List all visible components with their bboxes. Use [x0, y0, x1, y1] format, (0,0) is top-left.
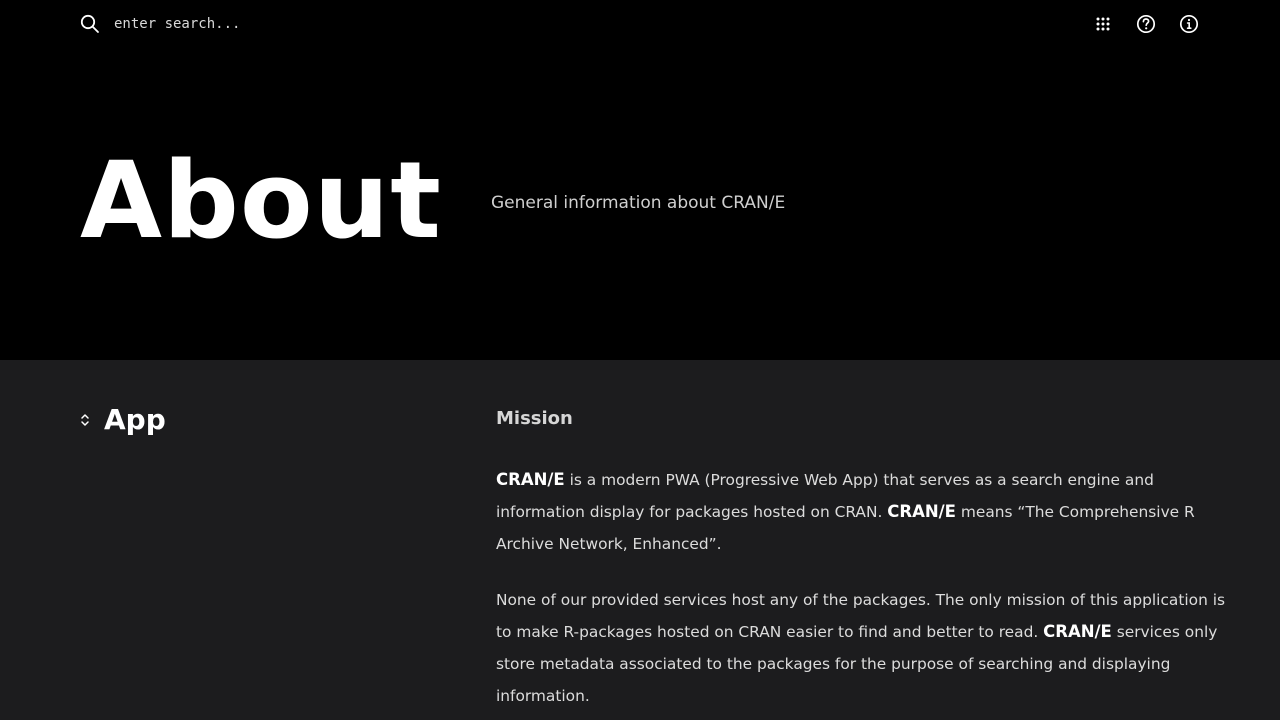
mission-paragraph: CRAN/E is a modern PWA (Progressive Web … — [496, 464, 1226, 560]
mission-paragraph: None of our provided services host any o… — [496, 584, 1226, 712]
brand-name: CRAN/E — [887, 502, 956, 521]
chevron-up-down-icon — [80, 412, 94, 428]
search-icon[interactable] — [80, 14, 100, 34]
search-input[interactable] — [114, 12, 434, 36]
brand-name: CRAN/E — [1043, 622, 1112, 641]
apps-grid-icon[interactable] — [1092, 13, 1114, 35]
section-title: App — [104, 403, 166, 436]
mission-heading: Mission — [496, 408, 573, 429]
info-circle-icon[interactable] — [1178, 13, 1200, 35]
section-toggle-app[interactable]: App — [80, 402, 166, 438]
mission-article: Mission CRAN/E is a modern PWA (Progress… — [496, 404, 1226, 712]
top-bar — [80, 12, 1200, 36]
header-actions — [1092, 13, 1200, 35]
help-circle-icon[interactable] — [1135, 13, 1157, 35]
brand-name: CRAN/E — [496, 470, 565, 489]
hero-section: About General information about CRAN/E — [0, 0, 1280, 360]
page-subtitle: General information about CRAN/E — [491, 193, 786, 213]
page-title: About — [80, 139, 442, 262]
